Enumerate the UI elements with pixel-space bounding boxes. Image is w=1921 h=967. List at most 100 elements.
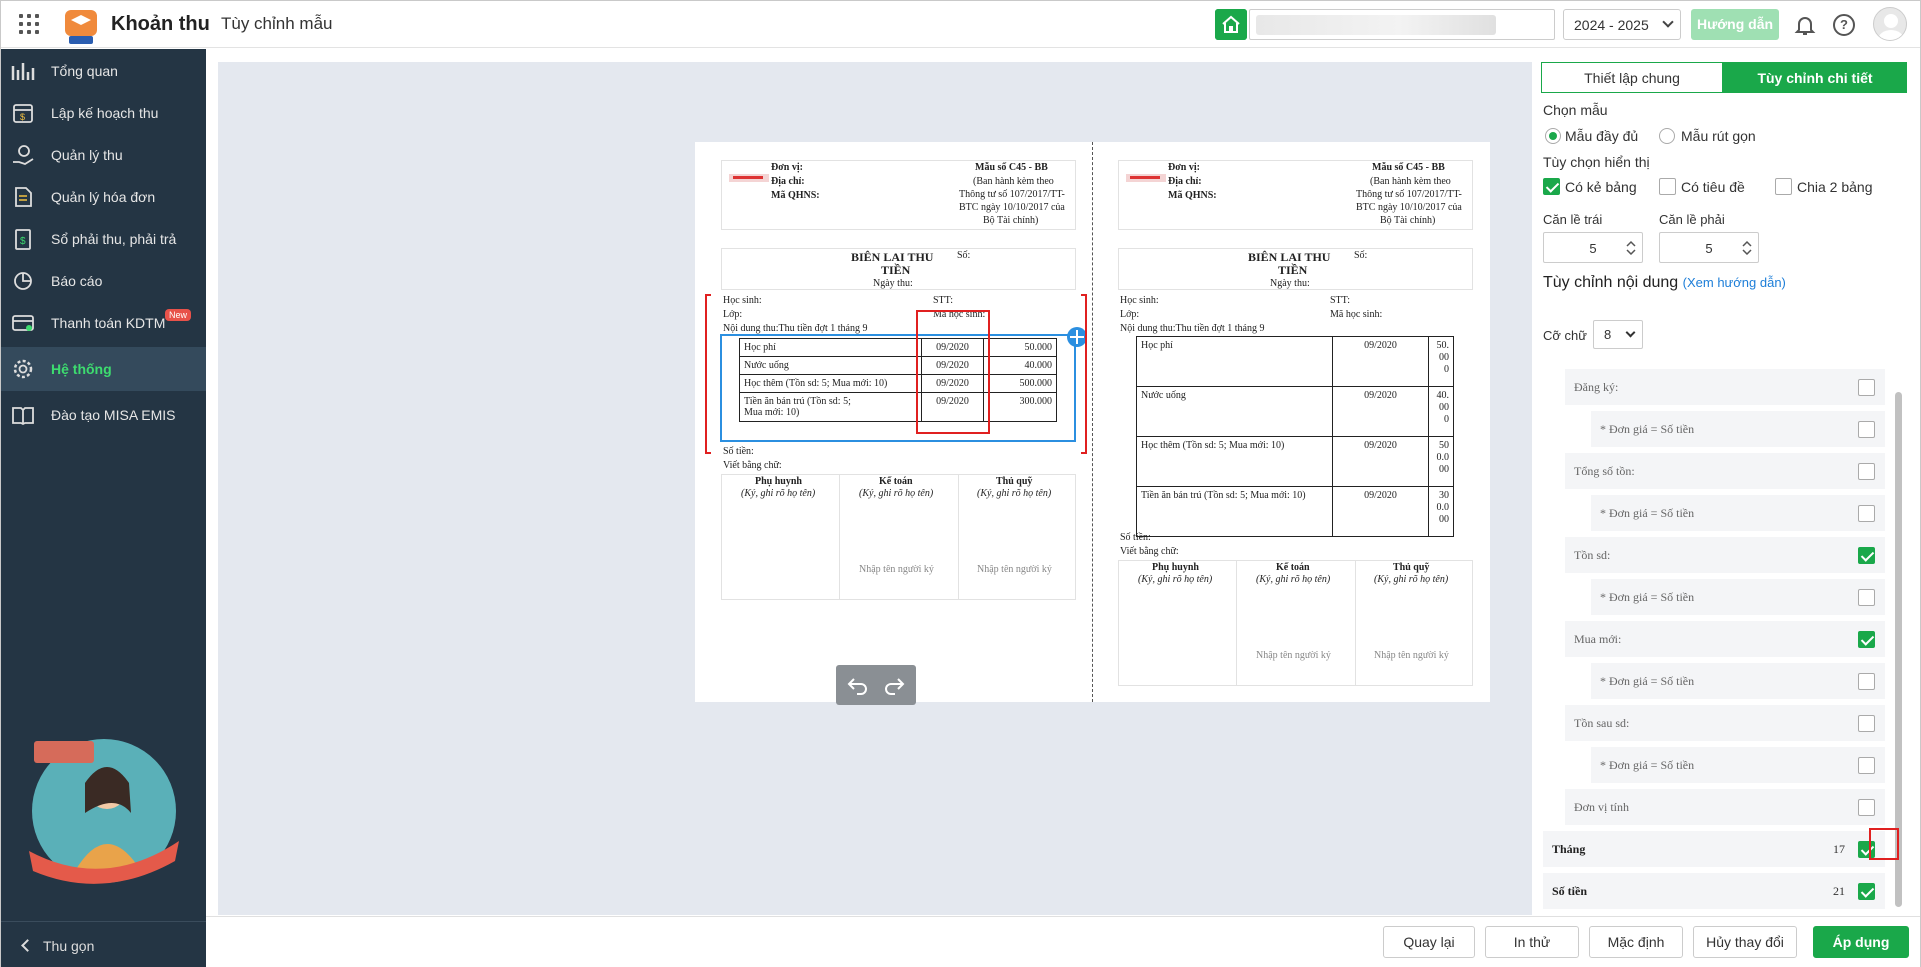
tab-general[interactable]: Thiết lập chung [1541, 62, 1723, 93]
field-so: Số: [1354, 250, 1368, 261]
guide-button[interactable]: Hướng dẫn [1691, 9, 1779, 40]
heading-option-label: Có tiêu đề [1681, 179, 1745, 195]
content-field-checkbox[interactable] [1858, 421, 1875, 438]
sidebar-item-report[interactable]: Báo cáo [1, 259, 206, 303]
content-field-checkbox[interactable] [1858, 757, 1875, 774]
undo-icon[interactable] [846, 673, 870, 697]
teachers-day-mascot-icon [29, 739, 179, 884]
chevron-down-icon [1662, 16, 1674, 28]
margin-left-value: 5 [1589, 241, 1597, 256]
undo-redo-bar [836, 665, 916, 705]
content-title: Tùy chỉnh nội dung [1543, 274, 1679, 291]
sign-note: (Ký, ghi rõ họ tên) [1256, 574, 1331, 585]
table-row: Học thêm (Tồn sd: 5; Mua mới: 10) 09/2020… [739, 374, 1057, 393]
content-field-checkbox[interactable] [1858, 589, 1875, 606]
sidebar-item-invoice[interactable]: Quản lý hóa đơn [1, 175, 206, 219]
content-field-checkbox[interactable] [1858, 505, 1875, 522]
sidebar-item-label: Quản lý hóa đơn [51, 189, 156, 205]
heading-checkbox[interactable] [1659, 178, 1676, 195]
card-payment-icon [12, 315, 34, 331]
sign-note: (Ký, ghi rõ họ tên) [1374, 574, 1449, 585]
receipt-left: Đơn vị: Địa chỉ: Mã QHNS: Mẫu số C45 - B… [720, 160, 1087, 600]
content-field-row: Tồn sau sd: [1565, 705, 1885, 741]
border-option-label: Có kẻ bảng [1565, 179, 1637, 195]
app-grid-icon[interactable] [19, 14, 39, 34]
collapse-button[interactable]: Thu gọn [1, 921, 206, 967]
border-checkbox[interactable] [1543, 178, 1560, 195]
page-title: Tùy chỉnh mẫu [221, 14, 333, 33]
sidebar-item-plan[interactable]: $ Lập kế hoạch thu [1, 91, 206, 135]
content-field-label: Tồn sau sd: [1574, 716, 1630, 730]
content-field-row: Đơn vị tính [1565, 789, 1885, 825]
sign-name-input[interactable]: Nhập tên người ký [1374, 650, 1449, 661]
content-field-label: Tháng [1552, 842, 1586, 856]
sidebar-item-cashless[interactable]: Thanh toán KDTM New [1, 301, 206, 345]
column-width-value[interactable]: 17 [1833, 842, 1845, 857]
sign-name-input[interactable]: Nhập tên người ký [1256, 650, 1331, 661]
print-preview-button[interactable]: In thử [1485, 926, 1579, 958]
open-book-icon [12, 407, 34, 426]
sign-title: Kế toán [879, 476, 913, 487]
sidebar-item-overview[interactable]: Tổng quan [1, 49, 206, 93]
table-row: Học phí09/202050.000 [739, 338, 1057, 357]
sidebar-item-system[interactable]: Hệ thống [1, 347, 206, 391]
field-hoc-sinh: Học sinh: [723, 295, 762, 306]
school-year-select[interactable]: 2024 - 2025 [1563, 9, 1681, 40]
full-template-radio[interactable] [1545, 128, 1561, 144]
stepper-arrows-icon[interactable] [1626, 239, 1636, 257]
new-badge: New [165, 309, 192, 321]
sign-name-input[interactable]: Nhập tên người ký [977, 564, 1052, 575]
content-field-checkbox[interactable] [1858, 379, 1875, 396]
sidebar-item-collect[interactable]: Quản lý thu [1, 133, 206, 177]
content-field-row: Tổng số tồn: [1565, 453, 1885, 489]
field-viet-bang-chu: Viết bằng chữ: [1120, 546, 1179, 557]
font-size-select[interactable]: 8 [1593, 320, 1643, 349]
content-field-checkbox[interactable] [1858, 547, 1875, 564]
cancel-changes-button[interactable]: Hủy thay đổi [1693, 926, 1797, 958]
default-button[interactable]: Mặc định [1589, 926, 1683, 958]
content-field-checkbox[interactable] [1858, 883, 1875, 900]
school-logo-icon [729, 174, 769, 182]
apply-button[interactable]: Áp dụng [1813, 926, 1909, 958]
school-selector[interactable] [1249, 9, 1555, 40]
chevron-down-icon [1625, 327, 1636, 338]
receipt-right: Đơn vị: Địa chỉ: Mã QHNS: Mẫu số C45 - B… [1118, 160, 1473, 686]
tab-detail[interactable]: Tùy chỉnh chi tiết [1723, 62, 1907, 93]
content-field-checkbox[interactable] [1858, 673, 1875, 690]
short-template-radio[interactable] [1659, 128, 1675, 144]
content-field-label: * Đơn giá = Số tiền [1600, 674, 1695, 688]
content-field-checkbox[interactable] [1858, 799, 1875, 816]
form-note: Thông tư số 107/2017/TT- [959, 189, 1065, 200]
content-field-checkbox[interactable] [1858, 463, 1875, 480]
school-year-value: 2024 - 2025 [1574, 17, 1649, 33]
column-width-value[interactable]: 21 [1833, 884, 1845, 899]
sign-title: Phụ huynh [755, 476, 802, 487]
field-ngay-thu: Ngày thu: [1270, 278, 1310, 289]
content-field-row: Tồn sd: [1565, 537, 1885, 573]
bell-icon[interactable] [1793, 13, 1817, 37]
content-field-checkbox[interactable] [1858, 631, 1875, 648]
back-button[interactable]: Quay lại [1383, 926, 1475, 958]
field-ma-qhns: Mã QHNS: [1168, 190, 1217, 201]
stepper-arrows-icon[interactable] [1742, 239, 1752, 257]
view-guide-link[interactable]: (Xem hướng dẫn) [1683, 275, 1786, 290]
month-column-highlight [916, 310, 990, 434]
home-icon[interactable] [1215, 9, 1247, 40]
field-dia-chi: Địa chỉ: [1168, 176, 1202, 187]
app-window: Khoản thu Tùy chỉnh mẫu 2024 - 2025 Hướn… [0, 0, 1921, 967]
avatar[interactable] [1873, 7, 1907, 41]
gear-icon [13, 359, 33, 379]
sign-name-input[interactable]: Nhập tên người ký [859, 564, 934, 575]
sidebar-item-ledger[interactable]: $ Sổ phải thu, phải trả [1, 217, 206, 261]
margin-left-stepper[interactable]: 5 [1543, 232, 1643, 263]
help-icon[interactable]: ? [1833, 14, 1855, 36]
content-field-checkbox[interactable] [1858, 715, 1875, 732]
split-checkbox[interactable] [1775, 178, 1792, 195]
content-field-label: Đăng ký: [1574, 380, 1619, 394]
choose-template-label: Chọn mẫu [1543, 102, 1608, 118]
display-options-label: Tùy chọn hiển thị [1543, 154, 1650, 170]
margin-right-stepper[interactable]: 5 [1659, 232, 1759, 263]
sidebar-item-training[interactable]: Đào tạo MISA EMIS [1, 393, 206, 437]
redo-icon[interactable] [882, 673, 906, 697]
field-so-tien: Số tiền: [1120, 532, 1151, 543]
